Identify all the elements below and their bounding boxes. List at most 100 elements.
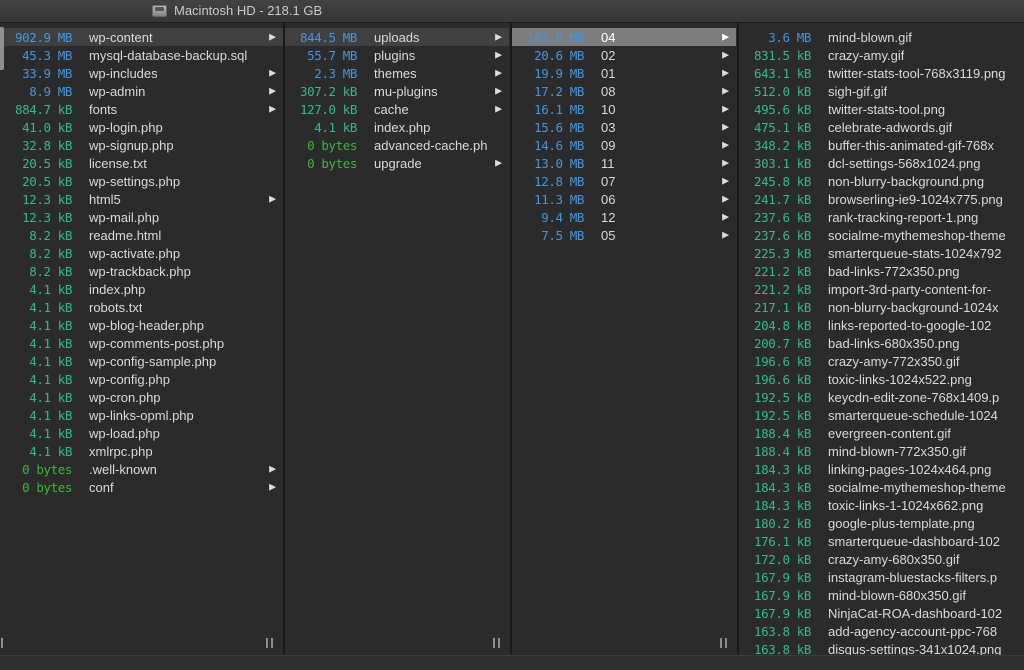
file-row[interactable]: 19.9 MB01▶	[512, 64, 736, 82]
file-row[interactable]: 221.2 kBimport-3rd-party-content-for-	[739, 280, 1024, 298]
file-row[interactable]: 2.3 MBthemes▶	[285, 64, 509, 82]
file-row[interactable]: 32.8 kBwp-signup.php	[0, 136, 283, 154]
file-row[interactable]: 200.7 kBbad-links-680x350.png	[739, 334, 1024, 352]
file-row[interactable]: 4.1 kBwp-config.php	[0, 370, 283, 388]
file-row[interactable]: 176.1 kBsmarterqueue-dashboard-102	[739, 532, 1024, 550]
file-name: readme.html	[89, 228, 161, 243]
file-name: wp-mail.php	[89, 210, 159, 225]
file-name: 09	[601, 138, 615, 153]
file-row[interactable]: 0 bytesconf▶	[0, 478, 283, 496]
file-row[interactable]: 188.4 kBmind-blown-772x350.gif	[739, 442, 1024, 460]
file-row[interactable]: 16.1 MB10▶	[512, 100, 736, 118]
file-size: 33.9 MB	[0, 66, 72, 81]
file-row[interactable]: 204.8 kBlinks-reported-to-google-102	[739, 316, 1024, 334]
file-row[interactable]: 196.6 kBcrazy-amy-772x350.gif	[739, 352, 1024, 370]
file-row[interactable]: 9.4 MB12▶	[512, 208, 736, 226]
file-name: plugins	[374, 48, 415, 63]
file-row[interactable]: 163.8 kBdisqus-settings-341x1024.png	[739, 640, 1024, 655]
file-row[interactable]: 307.2 kBmu-plugins▶	[285, 82, 509, 100]
file-row[interactable]: 221.2 kBbad-links-772x350.png	[739, 262, 1024, 280]
file-row[interactable]: 12.8 MB07▶	[512, 172, 736, 190]
column-resize-grip[interactable]	[493, 638, 500, 649]
file-row[interactable]: 172.0 kBcrazy-amy-680x350.gif	[739, 550, 1024, 568]
file-row[interactable]: 4.1 kBwp-load.php	[0, 424, 283, 442]
file-row[interactable]: 55.7 MBplugins▶	[285, 46, 509, 64]
file-row[interactable]: 8.2 kBwp-trackback.php	[0, 262, 283, 280]
file-row[interactable]: 844.5 MBuploads▶	[285, 28, 509, 46]
file-row[interactable]: 8.2 kBreadme.html	[0, 226, 283, 244]
file-row[interactable]: 4.1 kBwp-blog-header.php	[0, 316, 283, 334]
file-row[interactable]: 217.1 kBnon-blurry-background-1024x	[739, 298, 1024, 316]
file-row[interactable]: 15.6 MB03▶	[512, 118, 736, 136]
file-row[interactable]: 8.2 kBwp-activate.php	[0, 244, 283, 262]
file-row[interactable]: 495.6 kBtwitter-stats-tool.png	[739, 100, 1024, 118]
file-row[interactable]: 4.1 kBwp-cron.php	[0, 388, 283, 406]
file-row[interactable]: 184.3 kBlinking-pages-1024x464.png	[739, 460, 1024, 478]
file-row[interactable]: 0 bytes.well-known▶	[0, 460, 283, 478]
file-row[interactable]: 4.1 kBwp-config-sample.php	[0, 352, 283, 370]
file-row[interactable]: 17.2 MB08▶	[512, 82, 736, 100]
file-row[interactable]: 241.7 kBbrowserling-ie9-1024x775.png	[739, 190, 1024, 208]
file-row[interactable]: 512.0 kBsigh-gif.gif	[739, 82, 1024, 100]
file-row[interactable]: 237.6 kBsocialme-mythemeshop-theme	[739, 226, 1024, 244]
file-size: 196.6 kB	[739, 372, 811, 387]
file-row[interactable]: 163.8 kBadd-agency-account-ppc-768	[739, 622, 1024, 640]
file-row[interactable]: 14.6 MB09▶	[512, 136, 736, 154]
file-row[interactable]: 7.5 MB05▶	[512, 226, 736, 244]
file-row[interactable]: 245.8 kBnon-blurry-background.png	[739, 172, 1024, 190]
vertical-scrollbar[interactable]	[0, 27, 4, 70]
file-row[interactable]: 643.1 kBtwitter-stats-tool-768x3119.png	[739, 64, 1024, 82]
file-name: wp-comments-post.php	[89, 336, 224, 351]
file-row[interactable]: 348.2 kBbuffer-this-animated-gif-768x	[739, 136, 1024, 154]
file-row[interactable]: 167.9 kBinstagram-bluestacks-filters.p	[739, 568, 1024, 586]
file-row[interactable]: 20.5 kBwp-settings.php	[0, 172, 283, 190]
file-size: 4.1 kB	[0, 300, 72, 315]
file-row[interactable]: 196.6 kBtoxic-links-1024x522.png	[739, 370, 1024, 388]
file-row[interactable]: 4.1 kBindex.php	[285, 118, 509, 136]
file-row[interactable]: 4.1 kBindex.php	[0, 280, 283, 298]
file-name: 07	[601, 174, 615, 189]
file-row[interactable]: 184.3 kBtoxic-links-1-1024x662.png	[739, 496, 1024, 514]
file-row[interactable]: 33.9 MBwp-includes▶	[0, 64, 283, 82]
column-resize-grip[interactable]	[0, 638, 3, 649]
file-row[interactable]: 4.1 kBwp-links-opml.php	[0, 406, 283, 424]
file-row[interactable]: 237.6 kBrank-tracking-report-1.png	[739, 208, 1024, 226]
file-row[interactable]: 4.1 kBxmlrpc.php	[0, 442, 283, 460]
file-row[interactable]: 0 bytesadvanced-cache.ph	[285, 136, 509, 154]
file-row[interactable]: 167.9 kBNinjaCat-ROA-dashboard-102	[739, 604, 1024, 622]
file-name: twitter-stats-tool.png	[828, 102, 945, 117]
horizontal-scrollbar-track[interactable]	[0, 655, 1024, 670]
file-size: 221.2 kB	[739, 282, 811, 297]
file-row[interactable]: 8.9 MBwp-admin▶	[0, 82, 283, 100]
file-row[interactable]: 11.3 MB06▶	[512, 190, 736, 208]
file-row[interactable]: 20.6 MB02▶	[512, 46, 736, 64]
column-resize-grip[interactable]	[266, 638, 273, 649]
file-row[interactable]: 41.0 kBwp-login.php	[0, 118, 283, 136]
file-row[interactable]: 180.2 kBgoogle-plus-template.png	[739, 514, 1024, 532]
file-row[interactable]: 20.5 kBlicense.txt	[0, 154, 283, 172]
column-resize-grip[interactable]	[720, 638, 727, 649]
file-row[interactable]: 12.3 kBhtml5▶	[0, 190, 283, 208]
file-row[interactable]: 225.3 kBsmarterqueue-stats-1024x792	[739, 244, 1024, 262]
file-row[interactable]: 13.0 MB11▶	[512, 154, 736, 172]
file-row[interactable]: 184.3 kBsocialme-mythemeshop-theme	[739, 478, 1024, 496]
file-row[interactable]: 902.9 MBwp-content▶	[0, 28, 283, 46]
file-row[interactable]: 884.7 kBfonts▶	[0, 100, 283, 118]
file-row[interactable]: 303.1 kBdcl-settings-568x1024.png	[739, 154, 1024, 172]
file-row[interactable]: 45.3 MBmysql-database-backup.sql	[0, 46, 283, 64]
file-row[interactable]: 0 bytesupgrade▶	[285, 154, 509, 172]
file-row[interactable]: 167.9 kBmind-blown-680x350.gif	[739, 586, 1024, 604]
file-row[interactable]: 4.1 kBrobots.txt	[0, 298, 283, 316]
file-row[interactable]: 192.5 kBkeycdn-edit-zone-768x1409.p	[739, 388, 1024, 406]
file-row[interactable]: 188.4 kBevergreen-content.gif	[739, 424, 1024, 442]
file-row[interactable]: 4.1 kBwp-comments-post.php	[0, 334, 283, 352]
file-row[interactable]: 127.0 kBcache▶	[285, 100, 509, 118]
window-titlebar[interactable]: Macintosh HD - 218.1 GB	[0, 0, 1024, 23]
file-row[interactable]: 3.6 MBmind-blown.gif	[739, 28, 1024, 46]
file-row[interactable]: 831.5 kBcrazy-amy.gif	[739, 46, 1024, 64]
file-row[interactable]: 192.5 kBsmarterqueue-schedule-1024	[739, 406, 1024, 424]
file-row[interactable]: 162.6 MB04▶	[512, 28, 736, 46]
file-row[interactable]: 12.3 kBwp-mail.php	[0, 208, 283, 226]
file-size: 176.1 kB	[739, 534, 811, 549]
file-row[interactable]: 475.1 kBcelebrate-adwords.gif	[739, 118, 1024, 136]
